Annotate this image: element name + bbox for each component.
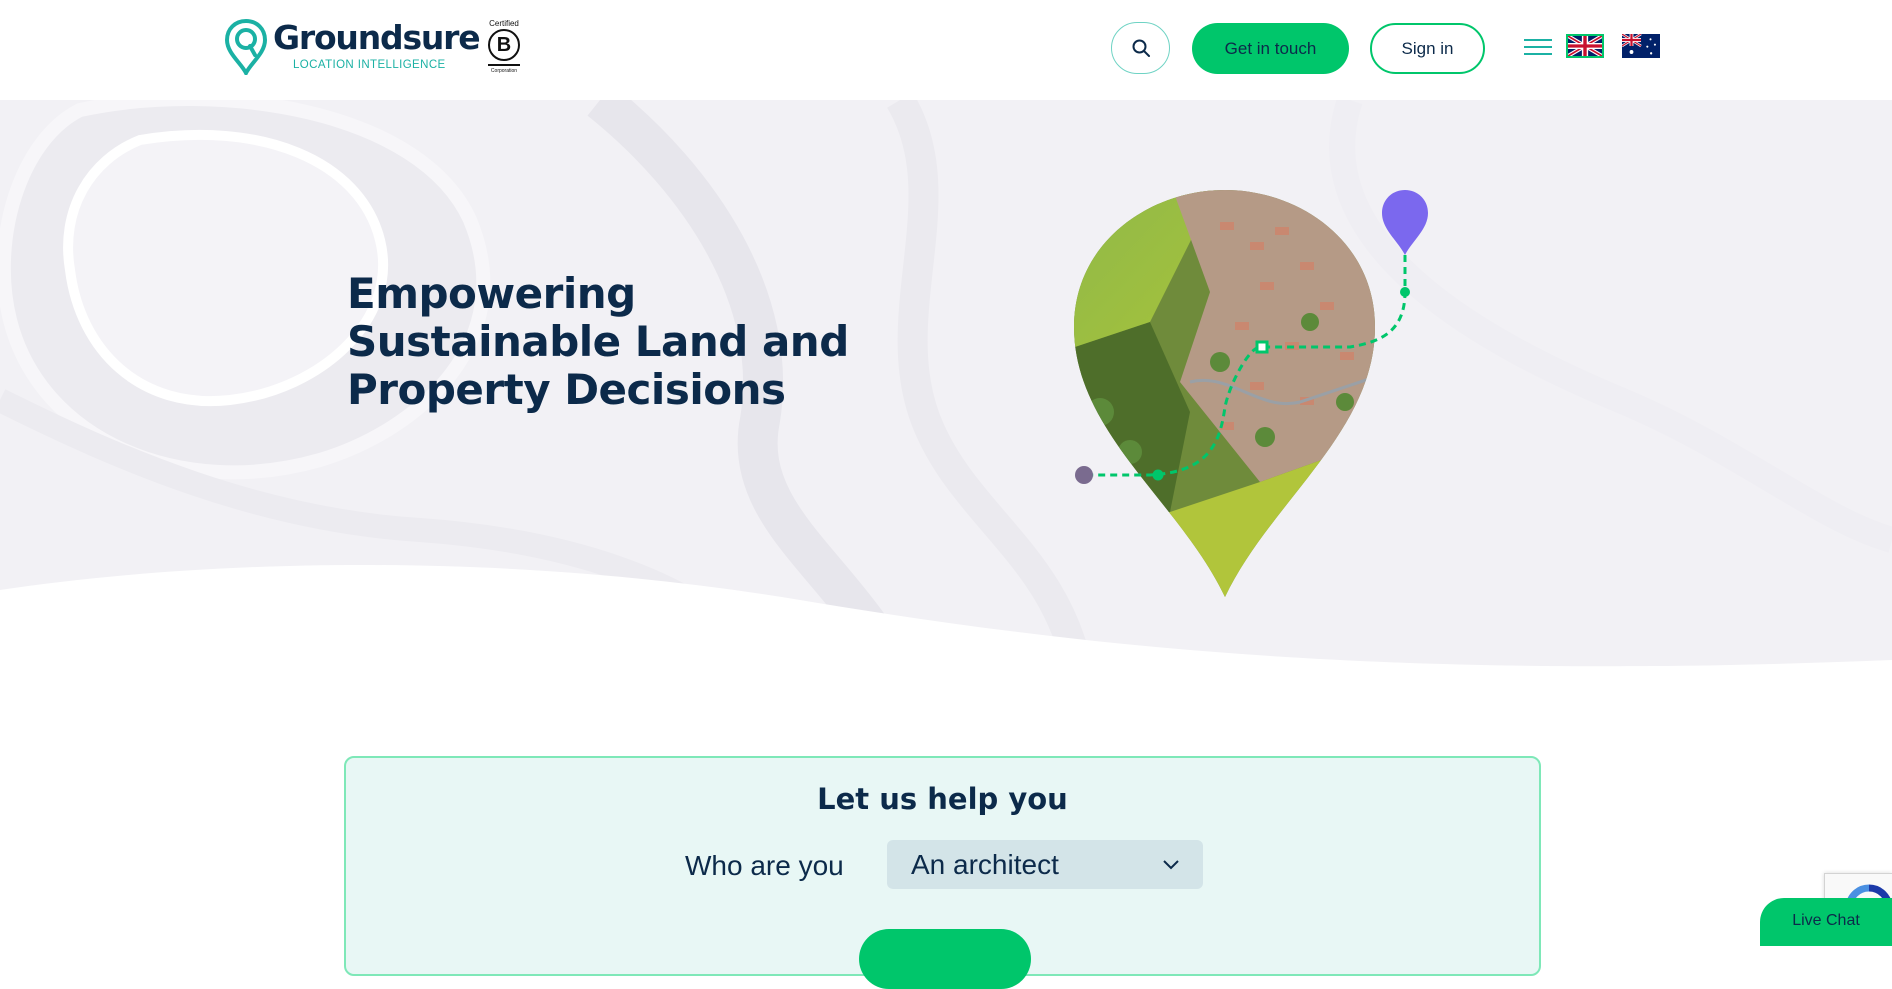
hero-section: Empowering Sustainable Land and Property… — [0, 100, 1892, 680]
let-us-help-panel: Let us help you Who are you An architect — [344, 756, 1541, 989]
hero-aerial-pin-illustration — [1074, 190, 1428, 597]
who-are-you-select[interactable]: An architect — [887, 840, 1203, 889]
bcorp-letter: B — [488, 29, 520, 61]
australia-flag-icon[interactable] — [1622, 34, 1660, 58]
chevron-down-icon — [1163, 860, 1179, 870]
hamburger-menu-icon[interactable] — [1524, 39, 1552, 59]
search-button[interactable] — [1111, 22, 1170, 74]
get-in-touch-button[interactable]: Get in touch — [1192, 23, 1349, 74]
search-icon — [1132, 39, 1150, 57]
brand-tagline: LOCATION INTELLIGENCE — [293, 59, 446, 71]
hero-title: Empowering Sustainable Land and Property… — [347, 269, 849, 414]
help-title: Let us help you — [817, 782, 1068, 816]
bcorp-certified-text: Certified — [489, 19, 519, 28]
who-are-you-label: Who are you — [685, 850, 844, 881]
location-pin-logo-icon — [225, 19, 267, 75]
help-submit-button[interactable] — [859, 929, 1031, 989]
hero-background-contours — [0, 100, 1892, 680]
site-header: Groundsure LOCATION INTELLIGENCE Certifi… — [0, 0, 1892, 100]
uk-flag-icon[interactable] — [1566, 34, 1604, 58]
selected-role: An architect — [911, 849, 1059, 880]
brand-name: Groundsure — [273, 18, 481, 57]
groundsure-logo[interactable]: Groundsure LOCATION INTELLIGENCE — [225, 18, 481, 75]
bcorp-badge: Certified B Corporation — [486, 19, 522, 75]
bcorp-divider — [488, 64, 520, 66]
sign-in-button[interactable]: Sign in — [1370, 23, 1485, 74]
bcorp-corporation-text: Corporation — [490, 68, 518, 74]
